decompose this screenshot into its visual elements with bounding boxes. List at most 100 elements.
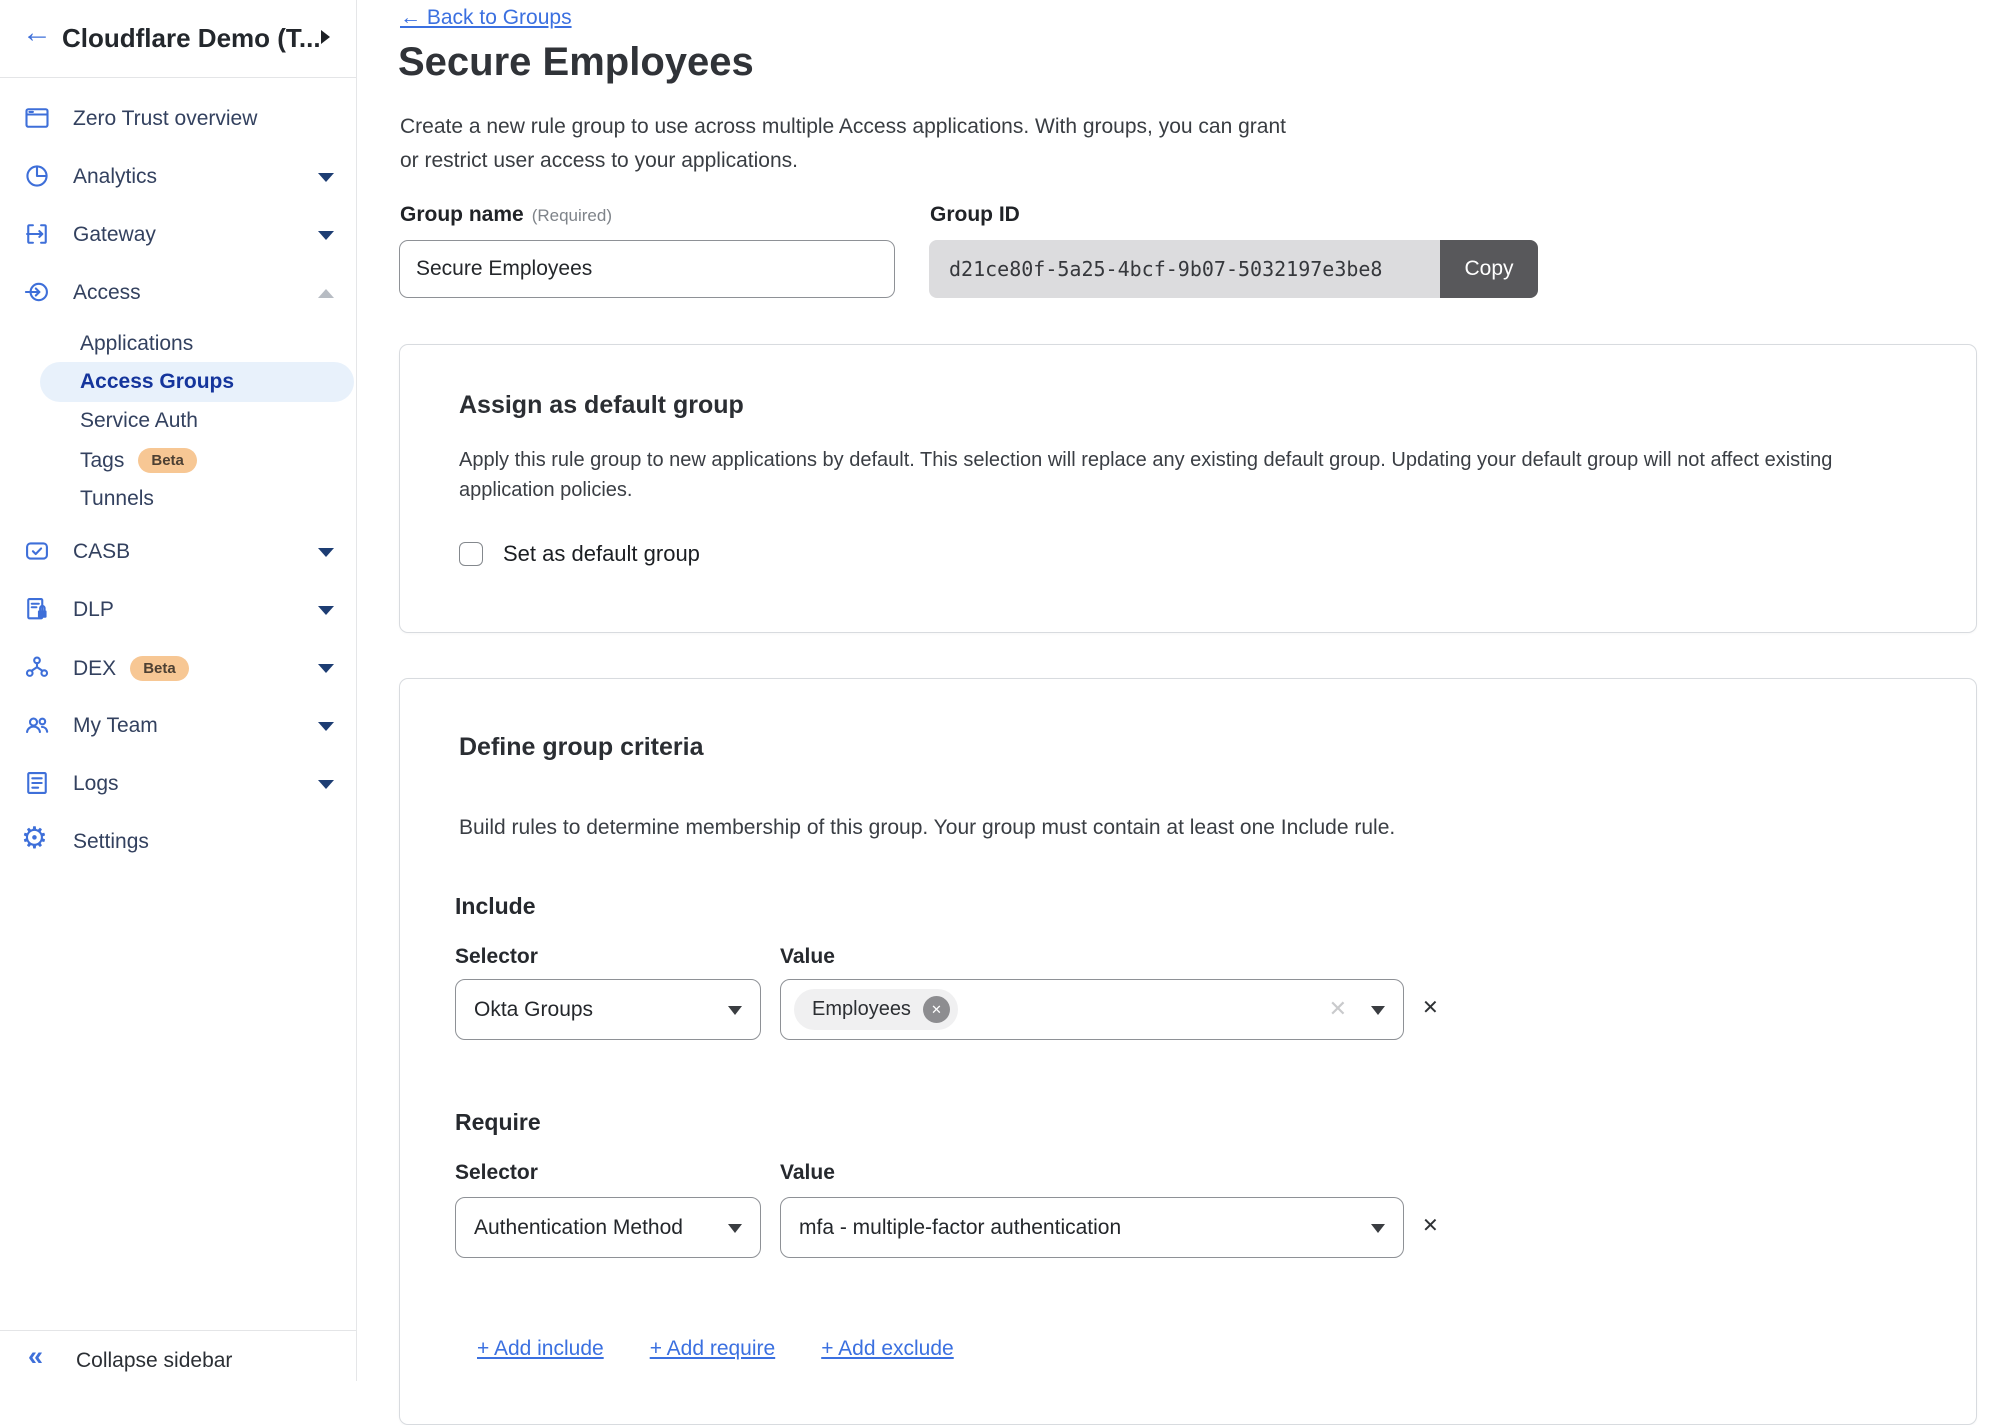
sidebar-item-service-auth[interactable]: Service Auth: [0, 401, 356, 440]
selected-option: Okta Groups: [474, 998, 593, 1022]
sidebar-item-gateway[interactable]: Gateway: [0, 206, 356, 264]
value-label: Value: [780, 945, 835, 969]
include-heading: Include: [455, 893, 536, 920]
value-label: Value: [780, 1161, 835, 1185]
group-id-field: d21ce80f-5a25-4bcf-9b07-5032197e3be8 Cop…: [929, 240, 1538, 298]
logs-icon: [23, 769, 51, 797]
sidebar-item-access[interactable]: Access: [0, 264, 356, 322]
back-to-groups-link[interactable]: ← Back to Groups: [400, 6, 572, 30]
sidebar-item-label: Gateway: [73, 223, 156, 247]
card-title: Assign as default group: [459, 391, 744, 420]
chevron-up-icon[interactable]: [318, 289, 334, 298]
add-exclude-link[interactable]: + Add exclude: [821, 1337, 954, 1361]
group-id-label: Group ID: [930, 203, 1020, 227]
require-selector-dropdown[interactable]: Authentication Method: [455, 1197, 761, 1258]
sidebar-subitem-label: Applications: [80, 332, 193, 356]
include-value-multiselect[interactable]: Employees ✕ ✕: [780, 979, 1404, 1040]
dropdown-caret-icon: [1371, 1006, 1385, 1015]
sidebar-item-label: Analytics: [73, 165, 157, 189]
require-heading: Require: [455, 1109, 541, 1136]
criteria-card: Define group criteria Build rules to det…: [399, 678, 1977, 1425]
include-selector-dropdown[interactable]: Okta Groups: [455, 979, 761, 1040]
clear-selection-icon[interactable]: ✕: [1329, 996, 1347, 1022]
selector-label: Selector: [455, 945, 538, 969]
page-description: Create a new rule group to use across mu…: [400, 110, 1286, 178]
dex-icon: [23, 653, 51, 681]
chevron-down-icon[interactable]: [318, 548, 334, 557]
main-content: ← Back to Groups Secure Employees Create…: [356, 0, 1999, 1381]
sidebar-item-label: Settings: [73, 830, 149, 854]
sidebar-item-dlp[interactable]: DLP: [0, 581, 356, 639]
beta-badge: Beta: [130, 656, 189, 681]
chevron-down-icon[interactable]: [318, 606, 334, 615]
dropdown-caret-icon: [728, 1224, 742, 1233]
card-body: Apply this rule group to new application…: [459, 445, 1909, 505]
chevron-down-icon[interactable]: [318, 722, 334, 731]
sidebar-divider: [0, 77, 356, 78]
overview-icon: [23, 104, 51, 132]
dropdown-caret-icon: [728, 1006, 742, 1015]
chevron-down-icon[interactable]: [318, 231, 334, 240]
sidebar: ← Cloudflare Demo (T... Zero Trust overv…: [0, 0, 357, 1381]
group-name-input[interactable]: [399, 240, 895, 298]
chevron-down-icon[interactable]: [318, 173, 334, 182]
add-rule-links: + Add include + Add require + Add exclud…: [477, 1337, 954, 1361]
card-title: Define group criteria: [459, 733, 704, 762]
sidebar-item-label: Logs: [73, 772, 119, 796]
remove-include-row-button[interactable]: ✕: [1422, 995, 1439, 1020]
collapse-sidebar-button[interactable]: « Collapse sidebar: [0, 1330, 356, 1382]
sidebar-item-applications[interactable]: Applications: [0, 324, 356, 363]
sidebar-item-zero-trust-overview[interactable]: Zero Trust overview: [0, 90, 356, 148]
value-chip: Employees ✕: [794, 989, 958, 1030]
sidebar-item-dex[interactable]: DEXBeta: [0, 639, 356, 697]
page-title: Secure Employees: [398, 40, 754, 85]
chevron-down-icon[interactable]: [318, 664, 334, 673]
card-body: Build rules to determine membership of t…: [459, 813, 1909, 843]
sidebar-item-label: DLP: [73, 598, 114, 622]
group-name-label: Group name(Required): [400, 203, 612, 227]
chip-remove-icon[interactable]: ✕: [923, 996, 950, 1023]
sidebar-item-access-groups[interactable]: Access Groups: [40, 362, 354, 402]
selector-label: Selector: [455, 1161, 538, 1185]
add-include-link[interactable]: + Add include: [477, 1337, 604, 1361]
caret-right-icon: [321, 30, 330, 44]
casb-icon: [23, 537, 51, 565]
account-switcher[interactable]: ← Cloudflare Demo (T...: [0, 0, 356, 77]
sidebar-subitem-label: Access Groups: [80, 370, 234, 394]
account-name: Cloudflare Demo (T...: [62, 23, 321, 54]
sidebar-item-casb[interactable]: CASB: [0, 523, 356, 581]
sidebar-item-logs[interactable]: Logs: [0, 755, 356, 813]
checkbox[interactable]: [459, 542, 483, 566]
add-require-link[interactable]: + Add require: [650, 1337, 776, 1361]
sidebar-item-settings[interactable]: ⚙ Settings: [0, 813, 356, 871]
gear-icon: ⚙: [21, 824, 48, 854]
set-default-checkbox-row[interactable]: Set as default group: [459, 541, 700, 567]
beta-badge: Beta: [138, 448, 197, 473]
sidebar-subitem-label: TagsBeta: [80, 448, 197, 473]
sidebar-subitem-label: Tunnels: [80, 487, 154, 511]
chip-label: Employees: [812, 998, 911, 1021]
sidebar-item-tunnels[interactable]: Tunnels: [0, 479, 356, 518]
sidebar-item-label: Access: [73, 281, 141, 305]
sidebar-item-analytics[interactable]: Analytics: [0, 148, 356, 206]
sidebar-item-tags[interactable]: TagsBeta: [0, 440, 356, 479]
sidebar-item-label: My Team: [73, 714, 158, 738]
chevron-down-icon[interactable]: [318, 780, 334, 789]
sidebar-item-label: Zero Trust overview: [73, 107, 257, 131]
dlp-icon: [23, 595, 51, 623]
sidebar-item-my-team[interactable]: My Team: [0, 697, 356, 755]
copy-button[interactable]: Copy: [1440, 240, 1538, 298]
default-group-card: Assign as default group Apply this rule …: [399, 344, 1977, 633]
selected-option: mfa - multiple-factor authentication: [799, 1216, 1121, 1240]
analytics-icon: [23, 162, 51, 190]
remove-require-row-button[interactable]: ✕: [1422, 1213, 1439, 1238]
selected-option: Authentication Method: [474, 1216, 683, 1240]
sidebar-item-label: CASB: [73, 540, 130, 564]
require-value-dropdown[interactable]: mfa - multiple-factor authentication: [780, 1197, 1404, 1258]
back-arrow-icon[interactable]: ←: [22, 18, 52, 48]
sidebar-item-label: DEXBeta: [73, 656, 189, 681]
sidebar-subitem-label: Service Auth: [80, 409, 198, 433]
required-hint: (Required): [532, 206, 612, 225]
collapse-chevrons-icon: «: [28, 1343, 43, 1370]
team-icon: [23, 711, 51, 739]
